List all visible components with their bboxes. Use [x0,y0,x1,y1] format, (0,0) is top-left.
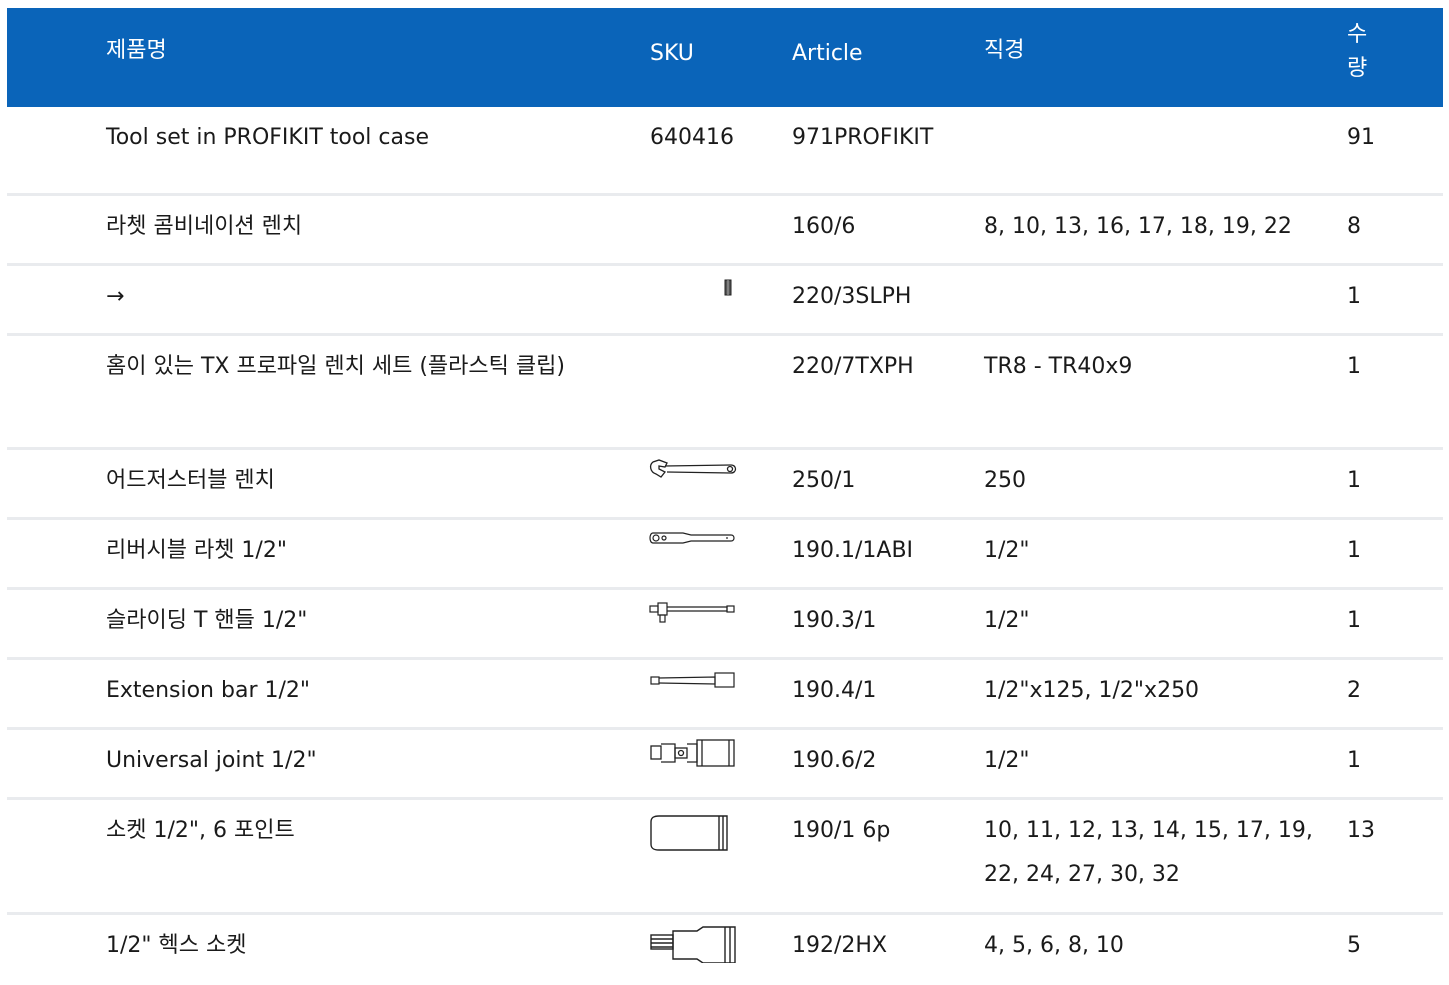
header-qty: 수 량 [1347,18,1367,86]
row-name: Extension bar 1/2" [106,678,311,703]
header-qty-line1: 수 [1347,22,1368,47]
table-row: Universal joint 1/2" 190.6/2 1/2" 1 [7,730,1443,800]
hex-socket-icon [647,923,737,963]
row-qty: 2 [1347,678,1361,703]
row-article: 190.3/1 [792,608,877,633]
table-header: 제품명 SKU Article 직경 수 량 [7,8,1443,107]
row-qty: 91 [1347,125,1375,150]
header-sku: SKU [650,41,694,66]
row-article: 250/1 [792,468,856,493]
small-bit-icon [647,276,737,300]
table-row: 어드저스터블 렌치 250/1 250 1 [7,450,1443,520]
row-diameter: 8, 10, 13, 16, 17, 18, 19, 22 [984,214,1292,239]
t-handle-icon [647,596,737,626]
table-row: 소켓 1/2", 6 포인트 190/1 6p 10, 11, 12, 13, … [7,800,1443,915]
row-sku: 640416 [650,125,734,150]
row-qty: 5 [1347,933,1361,958]
row-name: 라쳇 콤비네이션 렌치 [106,214,303,239]
row-qty: 8 [1347,214,1361,239]
row-article: 971PROFIKIT [792,125,934,150]
row-article: 220/3SLPH [792,284,912,309]
row-diameter: 1/2" [984,608,1030,633]
row-diameter: 10, 11, 12, 13, 14, 15, 17, 19, 22, 24, … [984,818,1313,887]
row-article: 160/6 [792,214,856,239]
row-diameter: 1/2" [984,538,1030,563]
row-qty: 13 [1347,818,1375,843]
row-name: 리버시블 라쳇 1/2" [106,538,287,563]
extension-bar-icon [647,666,737,694]
socket-icon [647,810,737,856]
row-name: → [106,284,125,309]
row-name: 슬라이딩 T 핸들 1/2" [106,608,308,633]
universal-joint-icon [647,736,737,770]
row-diameter: 250 [984,468,1026,493]
row-diameter: 1/2" [984,748,1030,773]
row-qty: 1 [1347,538,1361,563]
table-row: 홈이 있는 TX 프로파일 렌치 세트 (플라스틱 클립) 220/7TXPH … [7,336,1443,450]
ratchet-icon [647,526,737,550]
row-diameter: TR8 - TR40x9 [984,354,1133,379]
table-row: Tool set in PROFIKIT tool case 640416 97… [7,107,1443,196]
row-name: 소켓 1/2", 6 포인트 [106,818,295,843]
row-article: 220/7TXPH [792,354,914,379]
row-name: 홈이 있는 TX 프로파일 렌치 세트 (플라스틱 클립) [106,354,565,379]
row-name: 어드저스터블 렌치 [106,468,275,493]
adjustable-wrench-icon [647,456,737,486]
table-row: 리버시블 라쳇 1/2" 190.1/1ABI 1/2" 1 [7,520,1443,590]
row-article: 190.4/1 [792,678,877,703]
row-name: Universal joint 1/2" [106,748,317,773]
row-diameter: 1/2"x125, 1/2"x250 [984,678,1200,703]
table-row: 슬라이딩 T 핸들 1/2" 190.3/1 1/2" 1 [7,590,1443,660]
table-row: → 220/3SLPH 1 [7,266,1443,336]
header-article: Article [792,41,863,66]
row-qty: 1 [1347,354,1361,379]
row-qty: 1 [1347,608,1361,633]
row-qty: 1 [1347,748,1361,773]
row-qty: 1 [1347,284,1361,309]
row-article: 190/1 6p [792,818,891,843]
row-article: 192/2HX [792,933,888,958]
product-table: 제품명 SKU Article 직경 수 량 Tool set in PROFI… [7,8,1443,985]
row-diameter: 4, 5, 6, 8, 10 [984,933,1124,958]
header-qty-line2: 량 [1347,56,1368,81]
header-diameter: 직경 [984,38,1025,63]
row-name: Tool set in PROFIKIT tool case [106,125,429,150]
row-qty: 1 [1347,468,1361,493]
row-article: 190.6/2 [792,748,877,773]
row-article: 190.1/1ABI [792,538,914,563]
header-name: 제품명 [106,38,167,63]
row-name: 1/2" 헥스 소켓 [106,933,247,958]
table-row: 라쳇 콤비네이션 렌치 160/6 8, 10, 13, 16, 17, 18,… [7,196,1443,266]
table-row: Extension bar 1/2" 190.4/1 1/2"x125, 1/2… [7,660,1443,730]
